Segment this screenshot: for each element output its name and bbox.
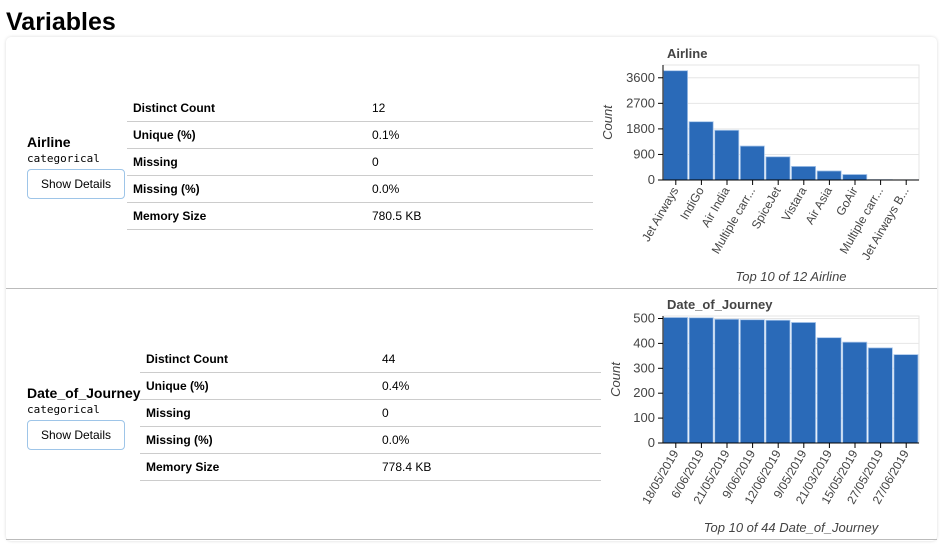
y-tick-label: 0 bbox=[648, 435, 655, 450]
y-tick-label: 0 bbox=[648, 172, 655, 187]
x-axis-label: Top 10 of 12 Airline bbox=[735, 269, 846, 284]
x-tick-label: Jet Airways bbox=[639, 185, 681, 245]
y-tick-label: 500 bbox=[633, 310, 655, 325]
stat-value: 0 bbox=[366, 148, 593, 176]
bar bbox=[688, 121, 714, 181]
stat-value: 780.5 KB bbox=[366, 202, 593, 230]
bar bbox=[714, 318, 740, 444]
bar bbox=[842, 341, 868, 444]
x-axis-label: Top 10 of 44 Date_of_Journey bbox=[704, 520, 880, 535]
variables-card: Airline categorical Show Details Distinc… bbox=[6, 37, 937, 541]
stat-label: Unique (%) bbox=[127, 121, 366, 149]
variable-row-airline: Airline categorical Show Details Distinc… bbox=[6, 37, 937, 289]
stats-row: Missing (%) 0.0% bbox=[140, 426, 601, 454]
bar bbox=[739, 145, 765, 181]
stat-label: Memory Size bbox=[127, 202, 366, 230]
stats-row: Missing 0 bbox=[140, 399, 601, 427]
bar bbox=[765, 156, 791, 181]
stats-row: Distinct Count 12 bbox=[127, 95, 593, 122]
stat-label: Missing bbox=[127, 148, 366, 176]
variable-type: categorical bbox=[27, 152, 100, 165]
y-tick-label: 200 bbox=[633, 385, 655, 400]
bar bbox=[791, 165, 817, 181]
bar bbox=[816, 170, 842, 181]
bar bbox=[663, 70, 689, 181]
stat-value: 44 bbox=[376, 346, 601, 373]
stats-row: Missing 0 bbox=[127, 148, 593, 176]
bar bbox=[867, 347, 893, 444]
variable-name: Date_of_Journey bbox=[27, 385, 141, 401]
stat-label: Memory Size bbox=[140, 453, 376, 481]
stat-label: Distinct Count bbox=[140, 346, 376, 373]
stats-row: Memory Size 778.4 KB bbox=[140, 453, 601, 481]
y-tick-label: 3600 bbox=[626, 70, 655, 85]
stat-value: 0.0% bbox=[376, 426, 601, 454]
stats-table: Distinct Count 12 Unique (%) 0.1% Missing 0 Mi… bbox=[127, 95, 593, 230]
stats-row: Distinct Count 44 bbox=[140, 346, 601, 373]
bar bbox=[816, 337, 842, 444]
stat-value: 0.1% bbox=[366, 121, 593, 149]
stat-label: Missing (%) bbox=[140, 426, 376, 454]
y-tick-label: 900 bbox=[633, 146, 655, 161]
bar bbox=[739, 319, 765, 444]
bar bbox=[842, 174, 868, 181]
stat-value: 0.0% bbox=[366, 175, 593, 203]
show-details-button[interactable]: Show Details bbox=[27, 169, 125, 199]
y-tick-label: 2700 bbox=[626, 95, 655, 110]
variable-name: Airline bbox=[27, 134, 71, 150]
stat-label: Missing bbox=[140, 399, 376, 427]
stat-value: 0.4% bbox=[376, 372, 601, 400]
stats-table: Distinct Count 44 Unique (%) 0.4% Missing 0 Mi… bbox=[140, 346, 601, 481]
airline-bar-chart: Airline0900180027003600Jet AirwaysIndiGo… bbox=[600, 46, 920, 284]
bar bbox=[714, 129, 740, 181]
bar bbox=[765, 319, 791, 444]
y-tick-label: 1800 bbox=[626, 121, 655, 136]
stats-row: Unique (%) 0.1% bbox=[127, 121, 593, 149]
bar bbox=[663, 317, 689, 444]
y-tick-label: 300 bbox=[633, 360, 655, 375]
stats-row: Memory Size 780.5 KB bbox=[127, 202, 593, 230]
stats-row: Unique (%) 0.4% bbox=[140, 372, 601, 400]
bar bbox=[893, 354, 919, 444]
chart-title: Date_of_Journey bbox=[667, 297, 773, 312]
variable-type: categorical bbox=[27, 403, 100, 416]
stat-label: Missing (%) bbox=[127, 175, 366, 203]
show-details-button[interactable]: Show Details bbox=[27, 420, 125, 450]
y-axis-label: Count bbox=[600, 104, 615, 140]
bar bbox=[791, 322, 817, 444]
stat-value: 778.4 KB bbox=[376, 453, 601, 481]
y-tick-label: 400 bbox=[633, 335, 655, 350]
y-axis-label: Count bbox=[608, 361, 623, 397]
chart-title: Airline bbox=[667, 46, 707, 61]
date-of-journey-bar-chart: Date_of_Journey010020030040050018/05/201… bbox=[608, 297, 920, 535]
page-title: Variables bbox=[6, 8, 116, 36]
stats-row: Missing (%) 0.0% bbox=[127, 175, 593, 203]
stat-value: 12 bbox=[366, 95, 593, 122]
variable-row-date-of-journey: Date_of_Journey categorical Show Details… bbox=[6, 288, 937, 540]
y-tick-label: 100 bbox=[633, 410, 655, 425]
stat-label: Unique (%) bbox=[140, 372, 376, 400]
bar bbox=[688, 317, 714, 444]
stat-label: Distinct Count bbox=[127, 95, 366, 122]
stat-value: 0 bbox=[376, 399, 601, 427]
